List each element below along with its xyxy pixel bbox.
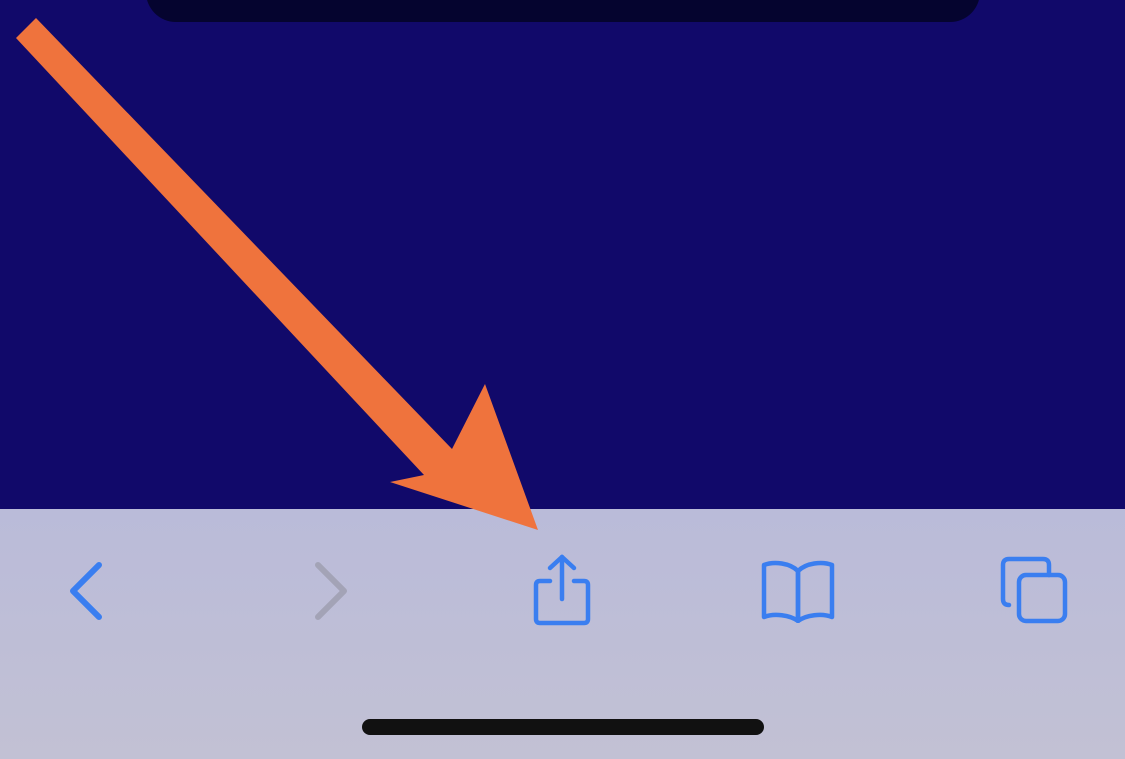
back-button[interactable] [37,543,137,639]
forward-button[interactable] [280,543,380,639]
book-icon [761,560,835,623]
share-button[interactable] [512,543,612,639]
web-content-area [0,0,1125,509]
home-indicator [362,719,764,735]
safari-screen [0,0,1125,759]
chevron-right-icon [315,562,347,620]
tabs-button[interactable] [985,543,1085,639]
tabs-icon [1000,556,1068,624]
share-icon [533,554,591,626]
page-top-card [146,0,980,22]
bookmarks-button[interactable] [748,543,848,639]
bottom-toolbar [0,509,1125,759]
chevron-left-icon [70,562,102,620]
